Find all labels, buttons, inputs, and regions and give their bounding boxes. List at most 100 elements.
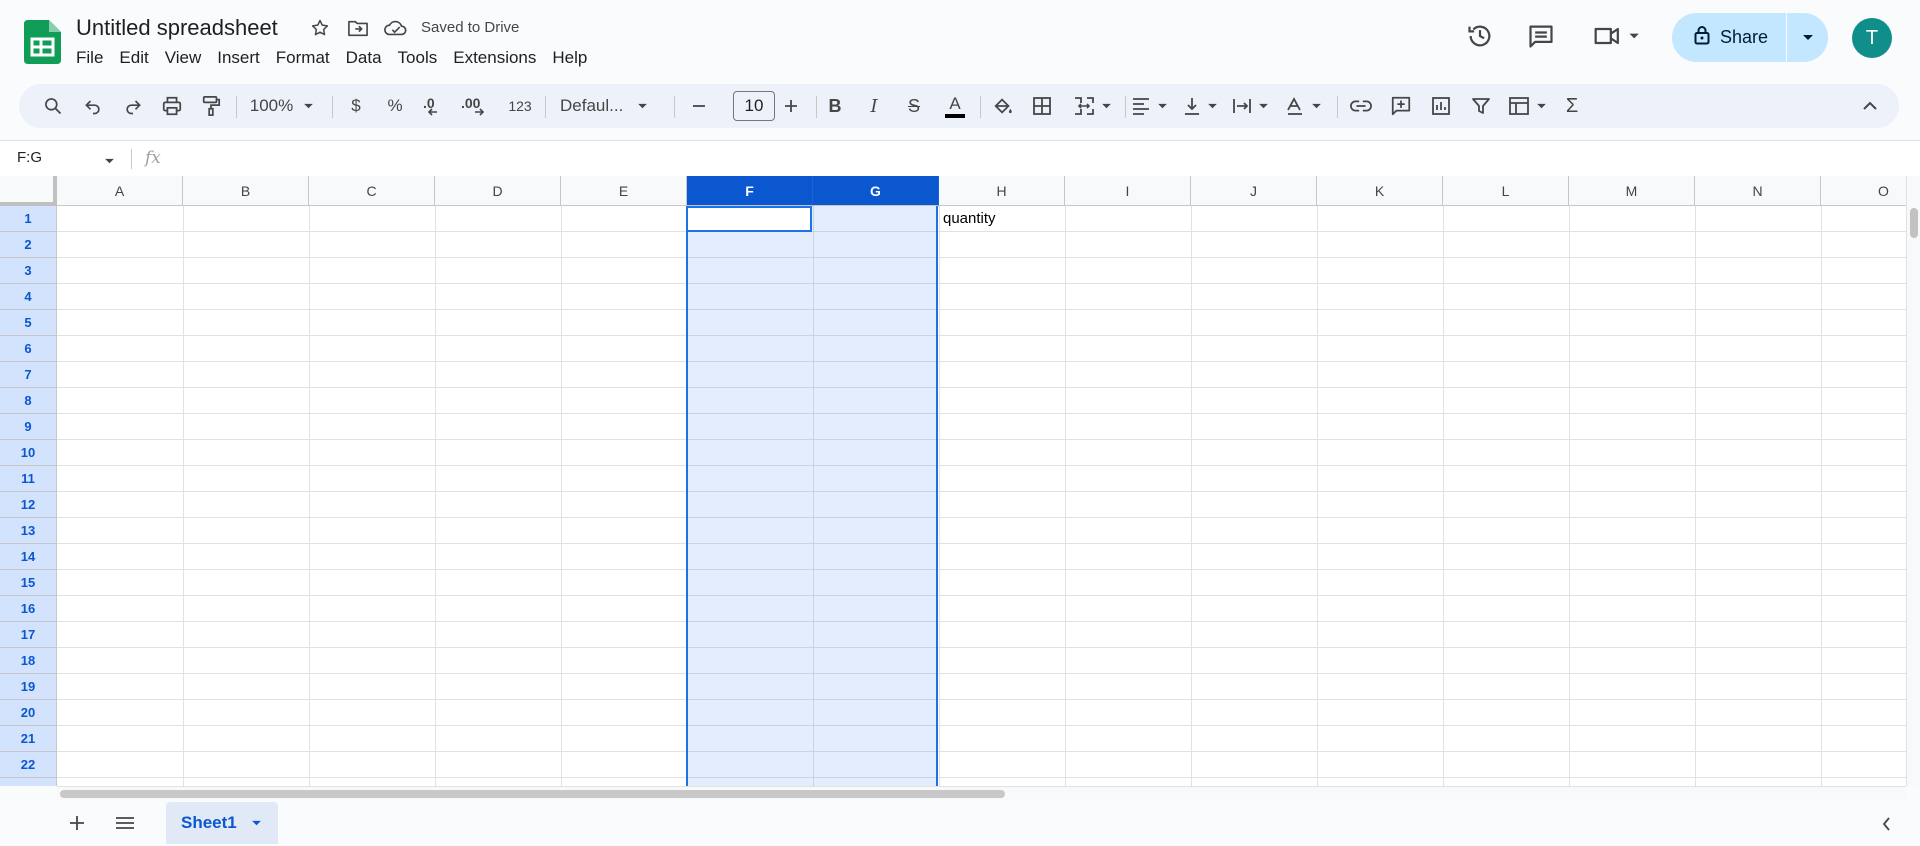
meet-icon[interactable] — [1592, 20, 1646, 52]
paint-format-icon[interactable] — [195, 90, 227, 122]
row-header-10[interactable]: 10 — [0, 440, 57, 466]
column-header-n[interactable]: N — [1695, 176, 1821, 206]
name-box-dropdown[interactable] — [104, 152, 115, 170]
search-menus-icon[interactable] — [37, 90, 69, 122]
fill-color-icon[interactable] — [985, 90, 1021, 122]
menu-file[interactable]: File — [68, 46, 111, 70]
borders-icon[interactable] — [1024, 90, 1060, 122]
column-header-l[interactable]: L — [1443, 176, 1569, 206]
column-header-a[interactable]: A — [57, 176, 183, 206]
add-sheet-button[interactable] — [64, 810, 90, 836]
print-icon[interactable] — [156, 90, 188, 122]
merge-cells-button[interactable] — [1064, 90, 1120, 122]
row-header-7[interactable]: 7 — [0, 362, 57, 388]
column-header-f[interactable]: F — [687, 176, 813, 206]
redo-icon[interactable] — [118, 90, 148, 122]
document-title[interactable]: Untitled spreadsheet — [76, 15, 278, 41]
insert-comment-icon[interactable] — [1383, 90, 1419, 122]
filter-icon[interactable] — [1463, 90, 1499, 122]
sheets-logo-icon[interactable] — [24, 20, 61, 64]
comments-icon[interactable] — [1525, 20, 1557, 52]
insert-link-icon[interactable] — [1343, 90, 1379, 122]
row-header-20[interactable]: 20 — [0, 700, 57, 726]
filter-views-button[interactable] — [1503, 90, 1551, 122]
star-icon[interactable] — [306, 14, 334, 42]
column-header-o[interactable]: O — [1821, 176, 1906, 206]
italic-button[interactable]: I — [854, 90, 894, 122]
row-header-4[interactable]: 4 — [0, 284, 57, 310]
column-header-c[interactable]: C — [309, 176, 435, 206]
side-panel-toggle-icon[interactable] — [1874, 812, 1898, 836]
row-header-15[interactable]: 15 — [0, 570, 57, 596]
row-header-22[interactable]: 22 — [0, 752, 57, 778]
horizontal-scroll-thumb[interactable] — [60, 790, 1005, 798]
horizontal-scrollbar[interactable] — [57, 786, 1906, 800]
column-header-b[interactable]: B — [183, 176, 309, 206]
font-family-select[interactable]: Defaul... — [556, 90, 666, 122]
share-dropdown-button[interactable] — [1787, 34, 1828, 42]
row-header-23[interactable] — [0, 778, 57, 786]
column-header-i[interactable]: I — [1065, 176, 1191, 206]
text-rotation-button[interactable] — [1273, 90, 1333, 122]
menu-insert[interactable]: Insert — [209, 46, 268, 70]
row-header-18[interactable]: 18 — [0, 648, 57, 674]
column-header-h[interactable]: H — [939, 176, 1065, 206]
version-history-icon[interactable] — [1464, 20, 1496, 52]
all-sheets-button[interactable] — [112, 810, 138, 836]
row-header-13[interactable]: 13 — [0, 518, 57, 544]
menu-view[interactable]: View — [157, 46, 210, 70]
decrease-decimal-button[interactable]: .0 — [421, 90, 451, 122]
column-header-g[interactable]: G — [813, 176, 939, 206]
text-wrapping-button[interactable] — [1220, 90, 1280, 122]
menu-extensions[interactable]: Extensions — [445, 46, 544, 70]
sheet-tab-sheet1[interactable]: Sheet1 — [166, 802, 278, 844]
row-header-17[interactable]: 17 — [0, 622, 57, 648]
row-header-2[interactable]: 2 — [0, 232, 57, 258]
column-header-k[interactable]: K — [1317, 176, 1443, 206]
row-header-8[interactable]: 8 — [0, 388, 57, 414]
cell-h1[interactable]: quantity — [943, 210, 996, 227]
column-header-e[interactable]: E — [561, 176, 687, 206]
menu-edit[interactable]: Edit — [111, 46, 156, 70]
column-header-d[interactable]: D — [435, 176, 561, 206]
undo-icon[interactable] — [78, 90, 108, 122]
row-header-9[interactable]: 9 — [0, 414, 57, 440]
share-button[interactable]: Share — [1672, 13, 1787, 62]
vertical-scroll-thumb[interactable] — [1910, 208, 1918, 238]
move-folder-icon[interactable] — [344, 14, 372, 42]
row-header-14[interactable]: 14 — [0, 544, 57, 570]
account-avatar[interactable]: T — [1852, 18, 1892, 58]
cloud-saved-icon[interactable] — [382, 14, 410, 42]
collapse-toolbar-icon[interactable] — [1855, 90, 1885, 122]
select-all-corner[interactable] — [0, 176, 57, 206]
row-header-11[interactable]: 11 — [0, 466, 57, 492]
row-header-16[interactable]: 16 — [0, 596, 57, 622]
row-header-6[interactable]: 6 — [0, 336, 57, 362]
percent-format-button[interactable]: % — [383, 90, 407, 122]
menu-help[interactable]: Help — [544, 46, 595, 70]
column-header-j[interactable]: J — [1191, 176, 1317, 206]
insert-chart-icon[interactable] — [1423, 90, 1459, 122]
spreadsheet-grid[interactable]: A B C D E F G H I J K L M N O 1 2 3 4 5 … — [0, 176, 1906, 786]
decrease-font-size-button[interactable] — [685, 90, 713, 122]
font-size-input[interactable]: 10 — [733, 91, 775, 121]
text-color-button[interactable]: A — [934, 90, 976, 122]
zoom-select[interactable]: 100% — [242, 90, 322, 122]
currency-format-button[interactable]: $ — [345, 90, 367, 122]
name-box[interactable]: F:G — [17, 149, 42, 166]
row-header-21[interactable]: 21 — [0, 726, 57, 752]
active-cell-f1[interactable] — [686, 206, 812, 232]
row-header-5[interactable]: 5 — [0, 310, 57, 336]
more-formats-button[interactable]: 123 — [503, 90, 537, 122]
row-header-1[interactable]: 1 — [0, 206, 57, 232]
column-header-m[interactable]: M — [1569, 176, 1695, 206]
menu-format[interactable]: Format — [268, 46, 338, 70]
formula-input[interactable] — [175, 148, 1875, 170]
increase-decimal-button[interactable]: .00 — [459, 90, 493, 122]
row-header-19[interactable]: 19 — [0, 674, 57, 700]
row-header-3[interactable]: 3 — [0, 258, 57, 284]
menu-data[interactable]: Data — [338, 46, 390, 70]
row-header-12[interactable]: 12 — [0, 492, 57, 518]
functions-button[interactable]: Σ — [1554, 90, 1590, 122]
strikethrough-button[interactable]: S — [894, 90, 934, 122]
